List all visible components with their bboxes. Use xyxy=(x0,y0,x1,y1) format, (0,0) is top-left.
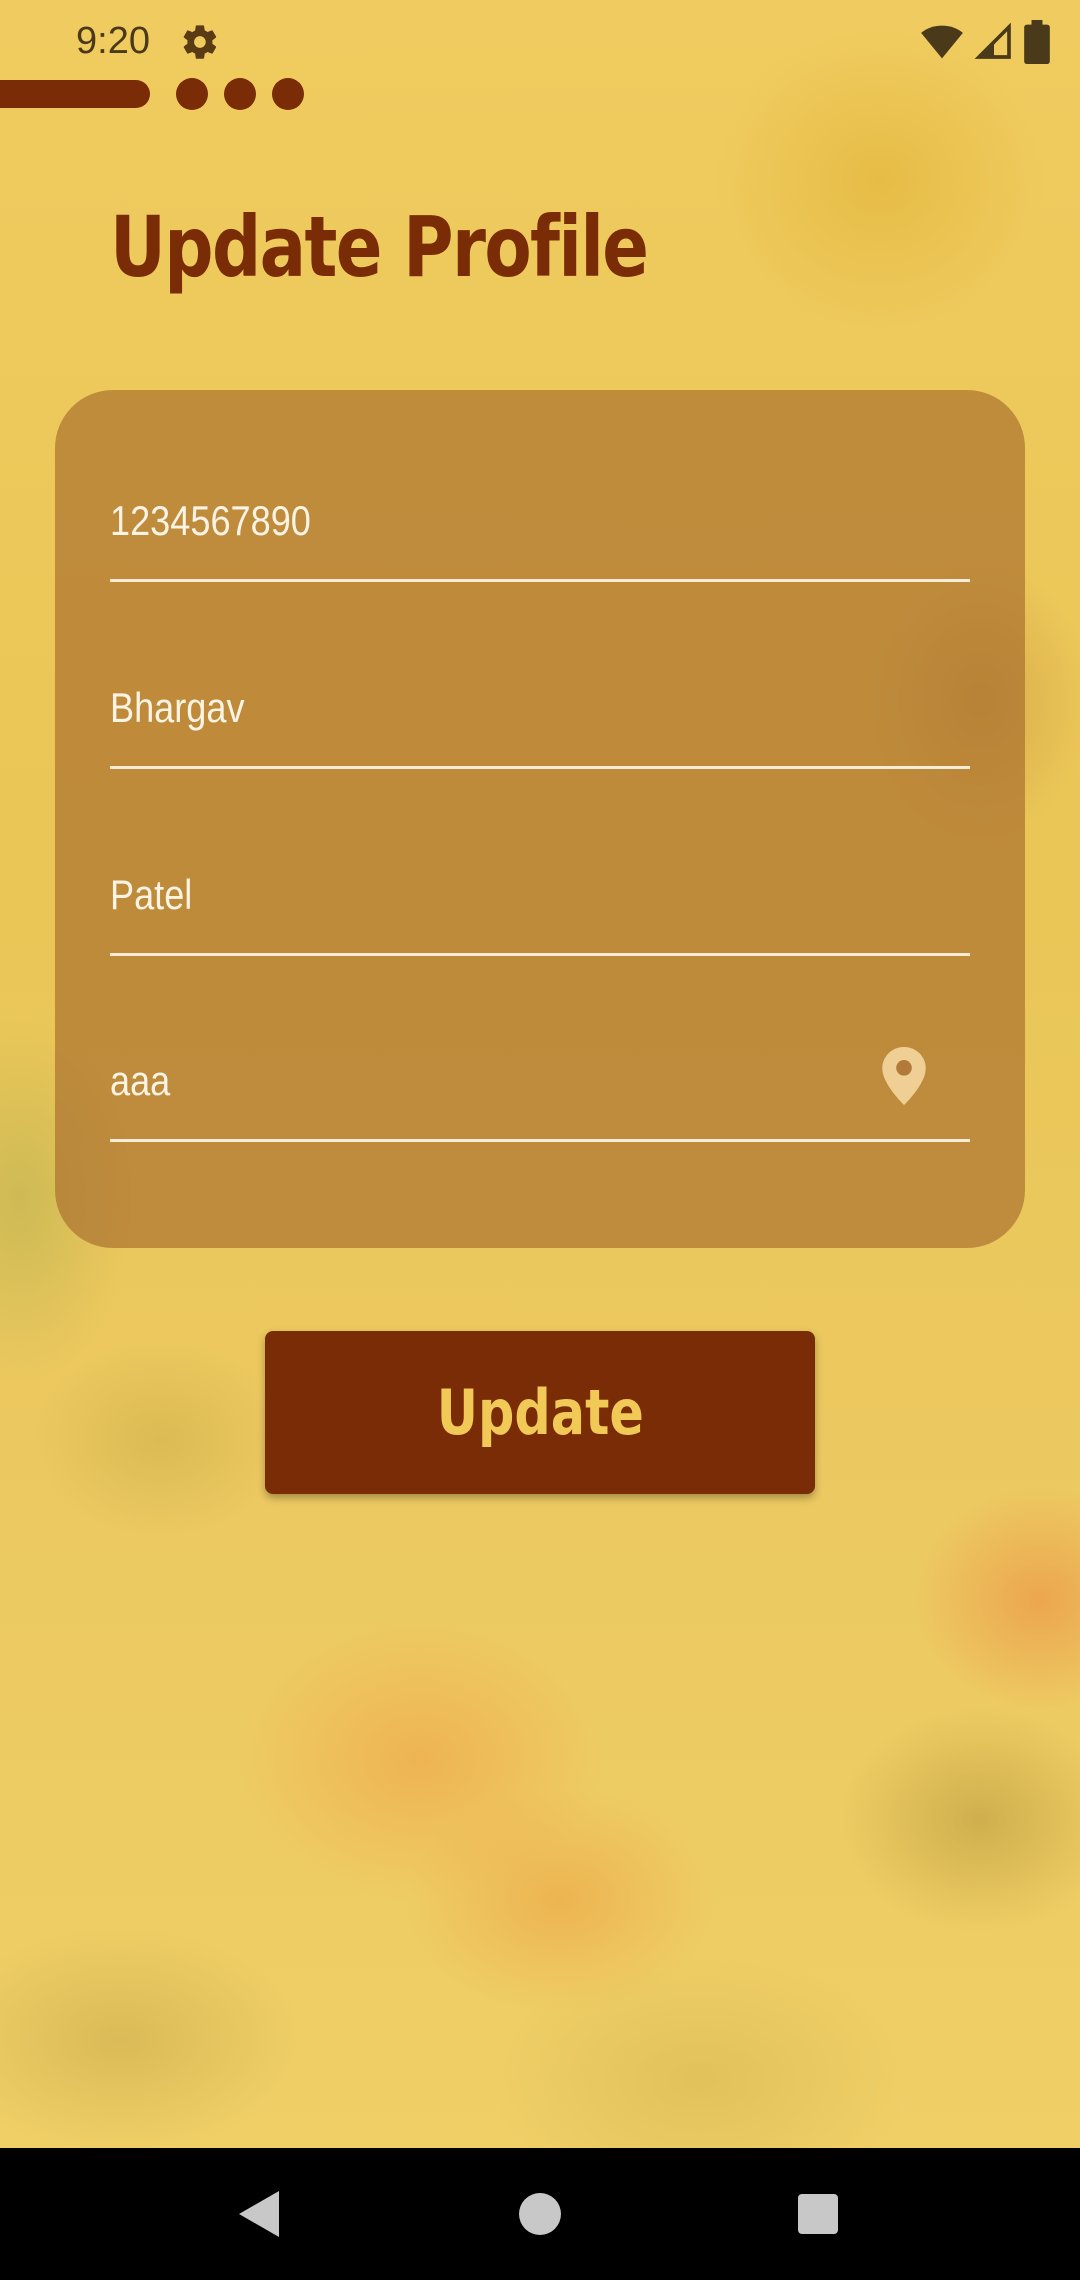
navigation-bar xyxy=(0,2148,1080,2280)
last-name-field-value: Patel xyxy=(110,871,193,918)
last-name-field[interactable]: Patel xyxy=(110,871,970,956)
location-pin-icon[interactable] xyxy=(882,1047,926,1105)
page-indicator-dot xyxy=(272,78,304,110)
page-title: Update Profile xyxy=(110,198,649,296)
phone-field-value: 1234567890 xyxy=(110,497,311,544)
page-indicator-dot xyxy=(224,78,256,110)
update-button-label: Update xyxy=(436,1376,644,1449)
first-name-field[interactable]: Bhargav xyxy=(110,684,970,769)
update-button[interactable]: Update xyxy=(265,1331,815,1494)
address-field[interactable]: aaa xyxy=(110,1047,970,1142)
recents-icon[interactable] xyxy=(788,2184,848,2244)
page-indicator-dot xyxy=(176,78,208,110)
wifi-icon xyxy=(920,22,964,67)
page-indicator-active xyxy=(0,80,150,108)
status-bar: 9:20 xyxy=(0,0,1080,86)
back-icon[interactable] xyxy=(228,2184,288,2244)
first-name-field-value: Bhargav xyxy=(110,684,245,731)
status-time: 9:20 xyxy=(76,20,150,62)
status-icons xyxy=(920,19,1050,69)
gear-icon xyxy=(180,22,220,62)
phone-field[interactable]: 1234567890 xyxy=(110,497,970,582)
home-icon[interactable] xyxy=(510,2184,570,2244)
address-field-value: aaa xyxy=(110,1057,171,1104)
battery-icon xyxy=(1024,19,1050,69)
signal-icon xyxy=(974,22,1014,67)
